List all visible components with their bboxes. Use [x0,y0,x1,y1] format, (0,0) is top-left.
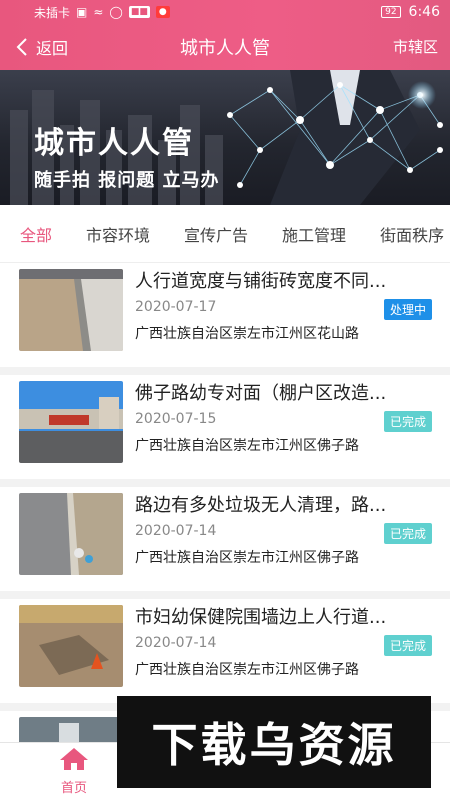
battery-indicator: 92 [381,6,401,18]
home-icon [60,748,88,770]
report-title: 人行道宽度与铺街砖宽度不同... [135,271,387,292]
report-thumbnail [19,269,123,351]
report-address: 广西壮族自治区崇左市江州区佛子路 [135,550,359,566]
report-title: 佛子路幼专对面（棚户区改造... [135,383,387,404]
app-badge-icon: ■■ [128,6,150,18]
list-item[interactable]: 路边有多处垃圾无人清理，路... 2020-07-14 已完成 广西壮族自治区崇… [0,487,450,591]
report-thumbnail [19,381,123,463]
nav-bar: 返回 城市人人管 市辖区 [0,24,450,70]
district-selector[interactable]: 市辖区 [393,36,438,57]
sim-icon: ▣ [76,5,88,19]
watermark-overlay: 下载乌资源 [117,696,431,788]
status-badge: 已完成 [383,411,432,432]
report-date: 2020-07-17 [135,299,217,315]
report-title: 市妇幼保健院围墙边上人行道... [135,607,387,628]
list-item[interactable]: 市妇幼保健院围墙边上人行道... 2020-07-14 已完成 广西壮族自治区崇… [0,599,450,703]
report-date: 2020-07-14 [135,635,217,651]
status-badge: 处理中 [383,299,432,320]
header-bar: 未插卡 ▣ ≈ ◯ ■■ ● 92 6:46 返回 城市人人管 市辖区 [0,0,450,70]
back-label: 返回 [36,39,69,58]
back-button[interactable]: 返回 [16,35,68,59]
report-thumbnail [19,717,123,743]
report-list: 人行道宽度与铺街砖宽度不同... 2020-07-17 处理中 广西壮族自治区崇… [0,263,450,743]
nav-home-label: 首页 [60,781,87,796]
report-thumbnail [19,605,123,687]
tab-construction[interactable]: 施工管理 [265,222,363,246]
nav-home[interactable]: 首页 [42,747,106,796]
data-icon: ◯ [109,5,123,19]
tab-all[interactable]: 全部 [0,222,69,246]
report-title: 路边有多处垃圾无人清理，路... [135,495,387,516]
clock: 6:46 [408,4,440,20]
wifi-icon: ≈ [93,5,104,19]
carrier-text: 未插卡 [34,5,71,20]
banner-subtitle: 随手拍 报问题 立马办 [34,170,220,191]
report-date: 2020-07-15 [135,411,217,427]
list-item[interactable]: 佛子路幼专对面（棚户区改造... 2020-07-15 已完成 广西壮族自治区崇… [0,375,450,479]
report-date: 2020-07-14 [135,523,217,539]
status-badge: 已完成 [383,635,432,656]
banner-title: 城市人人管 [34,126,194,161]
report-address: 广西壮族自治区崇左市江州区花山路 [135,326,359,342]
chevron-left-icon [16,38,27,56]
report-thumbnail [19,493,123,575]
banner: 城市人人管 随手拍 报问题 立马办 [0,70,450,205]
report-address: 广西壮族自治区崇左市江州区佛子路 [135,662,359,678]
tab-street-order[interactable]: 街面秩序 [363,222,450,246]
tab-advertising[interactable]: 宣传广告 [167,222,265,246]
notification-icon: ● [155,6,170,18]
report-address: 广西壮族自治区崇左市江州区佛子路 [135,438,359,454]
category-tabs: 全部 市容环境 宣传广告 施工管理 街面秩序 [0,205,450,263]
status-bar: 未插卡 ▣ ≈ ◯ ■■ ● 92 6:46 [0,0,450,24]
status-badge: 已完成 [383,523,432,544]
tab-city-environment[interactable]: 市容环境 [69,222,167,246]
list-item[interactable]: 人行道宽度与铺街砖宽度不同... 2020-07-17 处理中 广西壮族自治区崇… [0,263,450,367]
